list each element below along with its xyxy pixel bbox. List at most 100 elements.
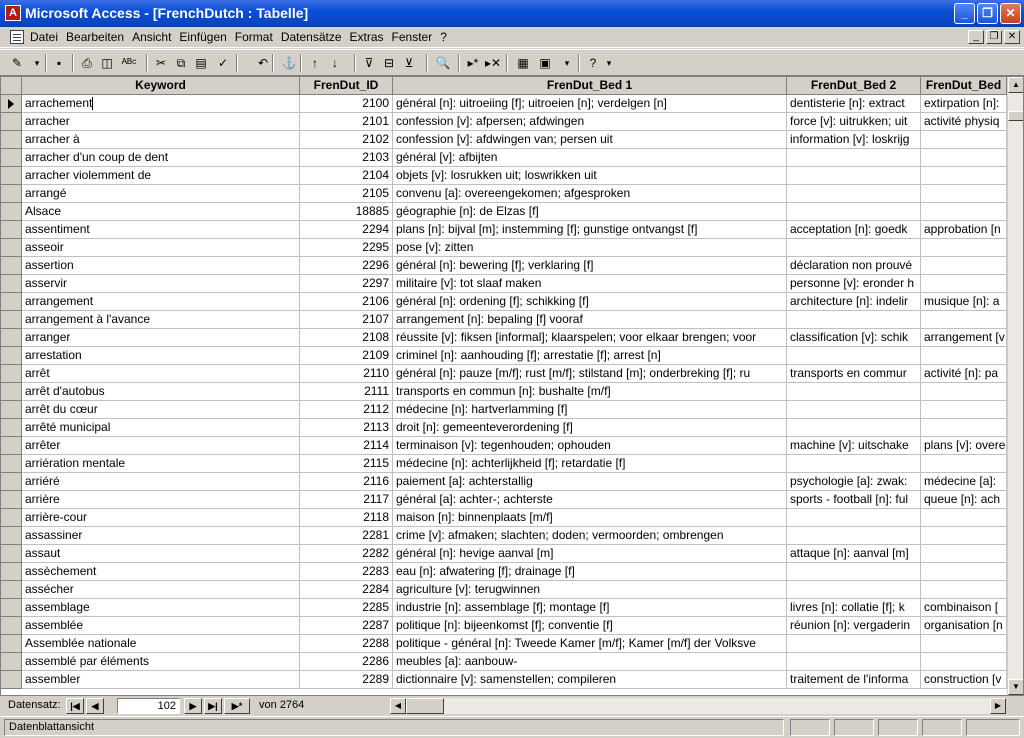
table-row[interactable]: assécher 2284 agriculture [v]: terugwinnen (1, 581, 1023, 599)
cell-bed1[interactable]: meubles [a]: aanbouw- (393, 653, 787, 671)
find-icon[interactable]: 🔍 (434, 54, 452, 72)
record-selector[interactable] (1, 347, 22, 365)
mdi-close-button[interactable]: ✕ (1004, 30, 1020, 44)
dropdown-arrow-icon[interactable]: ▾ (32, 54, 42, 72)
cell-bed1[interactable]: réussite [v]: fiksen [informal]; klaarsp… (393, 329, 787, 347)
cell-id[interactable]: 2105 (300, 185, 393, 203)
delete-record-icon[interactable]: ▸✕ (484, 54, 502, 72)
menu-item[interactable]: Format (235, 30, 273, 44)
vertical-scroll-thumb[interactable] (1008, 111, 1023, 121)
table-row[interactable]: assemblage 2285 industrie [n]: assemblage … (1, 599, 1023, 617)
database-window-icon[interactable]: ▦ (514, 54, 532, 72)
print-preview-icon[interactable]: ◫ (98, 54, 116, 72)
cell-id[interactable]: 2113 (300, 419, 393, 437)
cell-bed2[interactable]: information [v]: loskrijg (787, 131, 921, 149)
cell-bed2[interactable] (787, 311, 921, 329)
mdi-minimize-button[interactable]: _ (968, 30, 984, 44)
cell-bed2[interactable] (787, 239, 921, 257)
paste-icon[interactable]: ▤ (192, 54, 210, 72)
cell-bed2[interactable]: transports en commur (787, 365, 921, 383)
cell-bed3[interactable] (921, 455, 1007, 473)
cell-bed1[interactable]: médecine [n]: achterlijkheid [f]; retard… (393, 455, 787, 473)
cell-bed2[interactable] (787, 167, 921, 185)
cell-id[interactable]: 2102 (300, 131, 393, 149)
cell-bed2[interactable]: déclaration non prouvé (787, 257, 921, 275)
cell-bed1[interactable]: agriculture [v]: terugwinnen (393, 581, 787, 599)
column-header-id[interactable]: FrenDut_ID (300, 77, 393, 95)
minimize-button[interactable]: _ (954, 3, 975, 24)
cell-bed1[interactable]: criminel [n]: aanhouding [f]; arrestatie… (393, 347, 787, 365)
cell-id[interactable]: 2289 (300, 671, 393, 689)
new-record-button[interactable]: ▶* (224, 698, 250, 714)
cell-bed2[interactable]: attaque [n]: aanval [m] (787, 545, 921, 563)
cell-keyword[interactable]: assécher (22, 581, 300, 599)
cell-bed1[interactable]: maison [n]: binnenplaats [m/f] (393, 509, 787, 527)
table-row[interactable]: arrangement à l'avance 2107 arrangement [n… (1, 311, 1023, 329)
cell-id[interactable]: 2282 (300, 545, 393, 563)
menu-item[interactable]: Datensätze (281, 30, 342, 44)
cell-keyword[interactable]: arrangement à l'avance (22, 311, 300, 329)
cell-keyword[interactable]: assemblage (22, 599, 300, 617)
filter-by-selection-icon[interactable]: ⊽ (360, 54, 378, 72)
cell-id[interactable]: 2112 (300, 401, 393, 419)
table-row[interactable]: Assemblée nationale 2288 politique - génér… (1, 635, 1023, 653)
cell-bed1[interactable]: général [n]: uitroeiing [f]; uitroeien [… (393, 95, 787, 113)
cell-bed2[interactable]: acceptation [n]: goedk (787, 221, 921, 239)
table-row[interactable]: arrêt 2110 général [n]: pauze [m/f]; rust … (1, 365, 1023, 383)
last-record-button[interactable]: ▶| (204, 698, 222, 714)
cell-bed3[interactable] (921, 419, 1007, 437)
copy-icon[interactable]: ⧉ (172, 54, 190, 72)
cell-bed1[interactable]: eau [n]: afwatering [f]; drainage [f] (393, 563, 787, 581)
cell-bed3[interactable] (921, 239, 1007, 257)
apply-filter-icon[interactable]: ⊻ (400, 54, 418, 72)
cell-id[interactable]: 2295 (300, 239, 393, 257)
cell-keyword[interactable]: arriéré (22, 473, 300, 491)
cell-bed3[interactable] (921, 581, 1007, 599)
cell-bed2[interactable]: machine [v]: uitschake (787, 437, 921, 455)
cell-bed1[interactable]: général [n]: pauze [m/f]; rust [m/f]; st… (393, 365, 787, 383)
record-selector[interactable] (1, 329, 22, 347)
record-selector[interactable] (1, 419, 22, 437)
record-selector[interactable] (1, 545, 22, 563)
next-record-button[interactable]: ▶ (184, 698, 202, 714)
table-row[interactable]: arrestation 2109 criminel [n]: aanhouding … (1, 347, 1023, 365)
record-selector[interactable] (1, 617, 22, 635)
cell-bed3[interactable] (921, 509, 1007, 527)
table-row[interactable]: assaut 2282 général [n]: hevige aanval [m]… (1, 545, 1023, 563)
cell-bed2[interactable] (787, 527, 921, 545)
record-selector[interactable] (1, 167, 22, 185)
record-selector[interactable] (1, 365, 22, 383)
cell-keyword[interactable]: arrangé (22, 185, 300, 203)
cell-id[interactable]: 2114 (300, 437, 393, 455)
new-object-icon[interactable]: ▣ (536, 54, 554, 72)
cell-bed3[interactable] (921, 383, 1007, 401)
cell-bed1[interactable]: transports en commun [n]: bushalte [m/f] (393, 383, 787, 401)
dropdown-arrow-icon[interactable]: ▾ (562, 54, 572, 72)
cell-bed2[interactable]: traitement de l'informa (787, 671, 921, 689)
record-selector[interactable] (1, 149, 22, 167)
record-selector[interactable] (1, 185, 22, 203)
cell-bed1[interactable]: militaire [v]: tot slaaf maken (393, 275, 787, 293)
cell-bed1[interactable]: dictionnaire [v]: samenstellen; compiler… (393, 671, 787, 689)
cell-bed1[interactable]: général [a]: achter-; achterste (393, 491, 787, 509)
current-record-input[interactable] (117, 698, 180, 714)
undo-icon[interactable]: ↶ (254, 54, 272, 72)
cell-keyword[interactable]: arrêt (22, 365, 300, 383)
cell-id[interactable]: 2287 (300, 617, 393, 635)
scroll-left-icon[interactable]: ◀ (390, 698, 406, 714)
cell-bed2[interactable] (787, 347, 921, 365)
cell-bed2[interactable] (787, 581, 921, 599)
cell-id[interactable]: 2101 (300, 113, 393, 131)
cell-id[interactable]: 2297 (300, 275, 393, 293)
table-row[interactable]: arrêt du cœur 2112 médecine [n]: hartverla… (1, 401, 1023, 419)
cell-bed3[interactable]: médecine [a]: (921, 473, 1007, 491)
cell-keyword[interactable]: assentiment (22, 221, 300, 239)
table-row[interactable]: arrière 2117 général [a]: achter-; achters… (1, 491, 1023, 509)
help-icon[interactable]: ? (584, 54, 602, 72)
cell-keyword[interactable]: arracher (22, 113, 300, 131)
table-row[interactable]: assassiner 2281 crime [v]: afmaken; slacht… (1, 527, 1023, 545)
record-selector[interactable] (1, 455, 22, 473)
cell-id[interactable]: 2110 (300, 365, 393, 383)
cell-id[interactable]: 2285 (300, 599, 393, 617)
record-selector[interactable] (1, 599, 22, 617)
